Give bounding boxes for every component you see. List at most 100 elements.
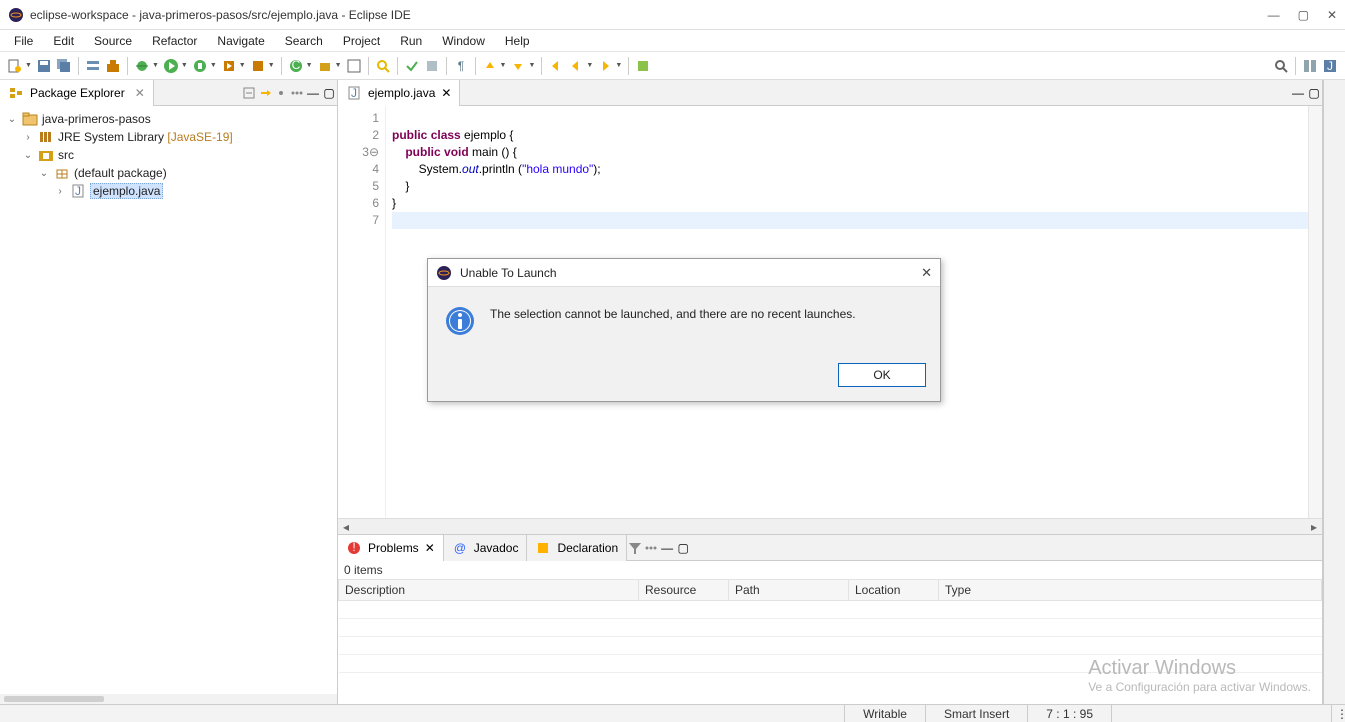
dropdown-icon[interactable]: ▼ bbox=[528, 62, 535, 69]
package-tree[interactable]: ⌄ java-primeros-pasos › JRE System Libra… bbox=[0, 106, 337, 694]
minimize-view-icon[interactable]: — bbox=[1290, 85, 1306, 101]
window-close-button[interactable]: ✕ bbox=[1327, 8, 1337, 22]
explorer-scrollbar[interactable] bbox=[0, 694, 337, 704]
dropdown-icon[interactable]: ▼ bbox=[306, 62, 313, 69]
tree-project[interactable]: ⌄ java-primeros-pasos bbox=[2, 110, 335, 128]
dropdown-icon[interactable]: ▼ bbox=[25, 62, 32, 69]
build-icon[interactable] bbox=[104, 57, 122, 75]
new-package-icon[interactable] bbox=[316, 57, 334, 75]
new-java-class-icon[interactable]: C bbox=[287, 57, 305, 75]
table-row[interactable] bbox=[339, 601, 1322, 619]
expand-toggle-icon[interactable]: ⌄ bbox=[22, 150, 34, 161]
dropdown-icon[interactable]: ▼ bbox=[335, 62, 342, 69]
quick-access-icon[interactable] bbox=[1272, 57, 1290, 75]
scroll-right-icon[interactable]: ▸ bbox=[1306, 520, 1322, 534]
forward-icon[interactable] bbox=[596, 57, 614, 75]
toggle-breadcrumb-icon[interactable] bbox=[84, 57, 102, 75]
show-whitespace-icon[interactable]: ¶ bbox=[452, 57, 470, 75]
col-path[interactable]: Path bbox=[729, 580, 849, 601]
search-icon[interactable] bbox=[374, 57, 392, 75]
focus-icon[interactable] bbox=[273, 85, 289, 101]
marker-bar[interactable] bbox=[338, 106, 348, 518]
dropdown-icon[interactable]: ▼ bbox=[268, 62, 275, 69]
dropdown-icon[interactable]: ▼ bbox=[586, 62, 593, 69]
expand-toggle-icon[interactable]: › bbox=[54, 186, 66, 197]
dropdown-icon[interactable]: ▼ bbox=[500, 62, 507, 69]
prev-annotation-icon[interactable] bbox=[481, 57, 499, 75]
col-type[interactable]: Type bbox=[939, 580, 1322, 601]
toggle-block-icon[interactable] bbox=[423, 57, 441, 75]
pin-icon[interactable] bbox=[634, 57, 652, 75]
dropdown-icon[interactable]: ▼ bbox=[181, 62, 188, 69]
menu-search[interactable]: Search bbox=[277, 32, 331, 50]
open-type-icon[interactable] bbox=[345, 57, 363, 75]
table-row[interactable] bbox=[339, 637, 1322, 655]
tree-src[interactable]: ⌄ src bbox=[2, 146, 335, 164]
dropdown-icon[interactable]: ▼ bbox=[615, 62, 622, 69]
menu-run[interactable]: Run bbox=[392, 32, 430, 50]
close-icon[interactable]: ✕ bbox=[441, 86, 451, 100]
external-tools-icon[interactable] bbox=[249, 57, 267, 75]
editor-scrollbar[interactable]: ◂ ▸ bbox=[338, 518, 1322, 534]
dropdown-icon[interactable]: ▼ bbox=[152, 62, 159, 69]
filter-icon[interactable] bbox=[627, 540, 643, 556]
col-location[interactable]: Location bbox=[849, 580, 939, 601]
open-perspective-icon[interactable] bbox=[1301, 57, 1319, 75]
menu-project[interactable]: Project bbox=[335, 32, 388, 50]
tab-problems[interactable]: ! Problems ✕ bbox=[338, 535, 444, 561]
menu-refactor[interactable]: Refactor bbox=[144, 32, 205, 50]
menu-navigate[interactable]: Navigate bbox=[209, 32, 272, 50]
dropdown-icon[interactable]: ▼ bbox=[239, 62, 246, 69]
menu-source[interactable]: Source bbox=[86, 32, 140, 50]
save-icon[interactable] bbox=[35, 57, 53, 75]
back-icon[interactable] bbox=[567, 57, 585, 75]
expand-toggle-icon[interactable]: ⌄ bbox=[6, 114, 18, 125]
menu-help[interactable]: Help bbox=[497, 32, 538, 50]
save-all-icon[interactable] bbox=[55, 57, 73, 75]
minimize-view-icon[interactable]: — bbox=[659, 540, 675, 556]
maximize-view-icon[interactable]: ▢ bbox=[675, 540, 691, 556]
java-perspective-icon[interactable]: J bbox=[1321, 57, 1339, 75]
toggle-mark-icon[interactable] bbox=[403, 57, 421, 75]
collapse-all-icon[interactable] bbox=[241, 85, 257, 101]
col-resource[interactable]: Resource bbox=[639, 580, 729, 601]
maximize-view-icon[interactable]: ▢ bbox=[1306, 85, 1322, 101]
tab-package-explorer[interactable]: Package Explorer ✕ bbox=[0, 80, 154, 106]
coverage-icon[interactable] bbox=[191, 57, 209, 75]
expand-toggle-icon[interactable]: ⌄ bbox=[38, 168, 50, 179]
last-edit-icon[interactable] bbox=[547, 57, 565, 75]
dialog-close-button[interactable]: ✕ bbox=[921, 265, 932, 281]
scroll-left-icon[interactable]: ◂ bbox=[338, 520, 354, 534]
col-description[interactable]: Description bbox=[339, 580, 639, 601]
tree-file[interactable]: › J ejemplo.java bbox=[2, 182, 335, 200]
tree-jre[interactable]: › JRE System Library [JavaSE-19] bbox=[2, 128, 335, 146]
run-icon[interactable] bbox=[162, 57, 180, 75]
window-maximize-button[interactable]: ▢ bbox=[1298, 8, 1309, 22]
tab-javadoc[interactable]: @ Javadoc bbox=[444, 535, 528, 561]
view-menu-icon[interactable] bbox=[289, 85, 305, 101]
maximize-view-icon[interactable]: ▢ bbox=[321, 85, 337, 101]
view-menu-icon[interactable] bbox=[643, 540, 659, 556]
tree-package[interactable]: ⌄ (default package) bbox=[2, 164, 335, 182]
expand-toggle-icon[interactable]: › bbox=[22, 132, 34, 143]
window-minimize-button[interactable]: — bbox=[1268, 8, 1280, 22]
dropdown-icon[interactable]: ▼ bbox=[210, 62, 217, 69]
menu-file[interactable]: File bbox=[6, 32, 41, 50]
tab-declaration[interactable]: Declaration bbox=[527, 535, 627, 561]
run-last-icon[interactable] bbox=[220, 57, 238, 75]
table-row[interactable] bbox=[339, 619, 1322, 637]
ok-button[interactable]: OK bbox=[838, 363, 926, 387]
link-editor-icon[interactable] bbox=[257, 85, 273, 101]
table-row[interactable] bbox=[339, 655, 1322, 673]
overview-ruler[interactable] bbox=[1308, 106, 1322, 518]
new-icon[interactable] bbox=[6, 57, 24, 75]
next-annotation-icon[interactable] bbox=[509, 57, 527, 75]
menu-window[interactable]: Window bbox=[434, 32, 493, 50]
menu-edit[interactable]: Edit bbox=[45, 32, 82, 50]
editor-tab[interactable]: J ejemplo.java ✕ bbox=[338, 80, 460, 106]
problems-table[interactable]: Description Resource Path Location Type bbox=[338, 579, 1322, 704]
minimize-view-icon[interactable]: — bbox=[305, 85, 321, 101]
close-icon[interactable]: ✕ bbox=[425, 541, 435, 555]
debug-icon[interactable] bbox=[133, 57, 151, 75]
close-icon[interactable]: ✕ bbox=[135, 86, 145, 100]
